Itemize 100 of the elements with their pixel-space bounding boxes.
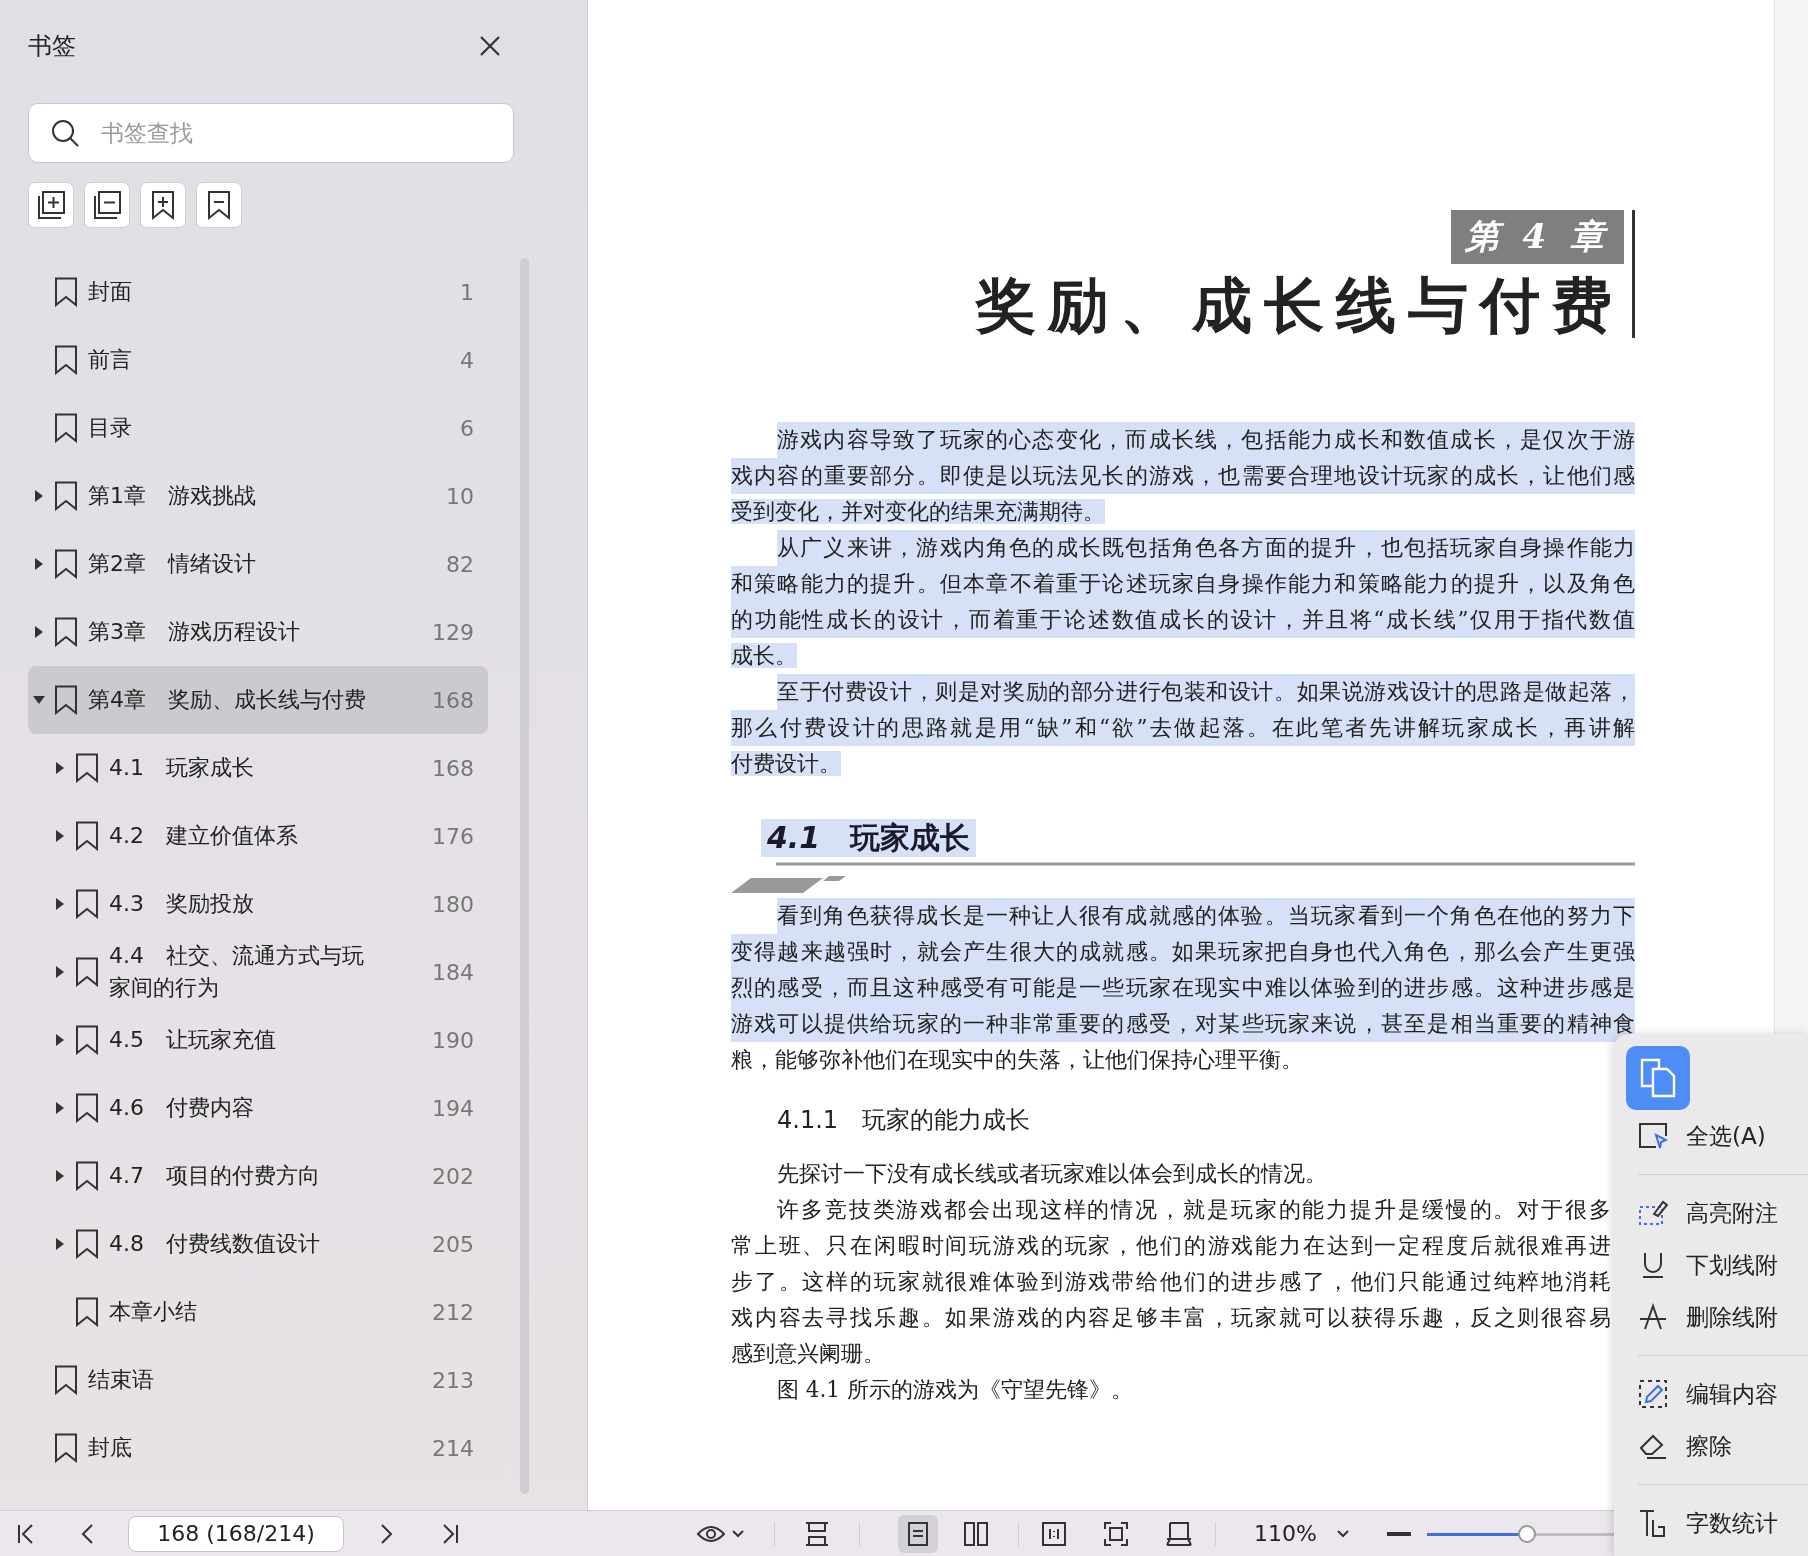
bookmark-item[interactable]: 第3章 游戏历程设计 129 <box>28 598 488 666</box>
caret-right-icon[interactable] <box>55 1102 65 1114</box>
bookmark-label: 封面 <box>88 278 132 306</box>
copy-button[interactable] <box>1626 1046 1690 1110</box>
page-number: 202 <box>432 1163 475 1189</box>
search-icon <box>50 118 80 148</box>
bookmark-icon <box>75 1025 99 1055</box>
last-page-icon[interactable] <box>440 1522 460 1545</box>
body-paragraph: 从广义来讲，游戏内角色的成长既包括角色各方面的提升，也包括玩家自身操作能力 和策略能力的提升。但本章不着重于论述玩家自身操作能力和策略能力的提升，以及角色 的功能性成长的设计，而着重于论述数值成长的设计，并且将“成长线”仅用于指代数值 成长。 <box>731 530 1635 674</box>
next-page-icon[interactable] <box>380 1522 394 1545</box>
menu-item[interactable]: 擦除 <box>1626 1420 1808 1472</box>
menu-item[interactable]: 下划线附 <box>1626 1239 1808 1291</box>
edit-pencil-icon <box>1638 1379 1668 1409</box>
bookmark-item[interactable]: 4.8 付费线数值设计 205 <box>28 1210 488 1278</box>
menu-item[interactable]: 全选(A) <box>1626 1110 1808 1162</box>
body-paragraph: 至于付费设计，则是对奖励的部分进行包装和设计。如果说游戏设计的思路是做起落， 那么付费设计的思路就是用“缺”和“欲”去做起落。在此笔者先讲解玩家成长，再讲解 付费设计。 <box>731 674 1635 782</box>
remove-bookmark-button[interactable] <box>196 182 242 228</box>
bookmark-label: 前言 <box>88 346 132 374</box>
add-bookmark-button[interactable] <box>140 182 186 228</box>
body-paragraph: 图 4.1 所示的游戏为《守望先锋》。 <box>776 1376 1134 1404</box>
bookmark-icon <box>54 1365 78 1395</box>
page-rotate-icon[interactable] <box>1165 1520 1193 1547</box>
caret-right-icon[interactable] <box>55 762 65 774</box>
eye-icon[interactable] <box>696 1523 726 1544</box>
bookmark-label: 4.8 付费线数值设计 <box>109 1230 320 1258</box>
bookmark-item[interactable]: 4.2 建立价值体系 176 <box>28 802 488 870</box>
search-field[interactable]: 书签查找 <box>28 103 514 163</box>
caret-right-icon[interactable] <box>55 1034 65 1046</box>
bookmark-label: 4.4 社交、流通方式与玩家间的行为 <box>109 942 365 1002</box>
menu-item[interactable]: 编辑内容 <box>1626 1368 1808 1420</box>
bookmark-item[interactable]: 4.1 玩家成长 168 <box>28 734 488 802</box>
bookmark-item[interactable]: 4.3 奖励投放 180 <box>28 870 488 938</box>
stack-plus-icon <box>35 189 67 221</box>
actual-size-icon[interactable] <box>1041 1520 1067 1547</box>
scrollbar[interactable] <box>520 258 529 1494</box>
bookmark-label: 4.7 项目的付费方向 <box>109 1162 320 1190</box>
page-number: 10 <box>446 483 475 509</box>
bookmark-item[interactable]: 前言 4 <box>28 326 488 394</box>
page-number: 190 <box>432 1027 475 1053</box>
bookmark-item[interactable]: 4.7 项目的付费方向 202 <box>28 1142 488 1210</box>
slider-thumb[interactable] <box>1517 1524 1536 1543</box>
caret-right-icon[interactable] <box>55 898 65 910</box>
bookmark-item[interactable]: 第4章 奖励、成长线与付费 168 <box>28 666 488 734</box>
chapter-title: 奖励、成长线与付费 <box>976 270 1624 340</box>
text-count-icon <box>1638 1508 1668 1538</box>
selection-cursor-icon <box>1638 1122 1668 1150</box>
bookmark-icon <box>75 1229 99 1259</box>
bookmark-icon <box>75 1093 99 1123</box>
bookmark-label: 第1章 游戏挑战 <box>88 482 256 510</box>
caret-right-icon[interactable] <box>55 830 65 842</box>
collapse-all-button[interactable] <box>84 182 130 228</box>
bookmark-item[interactable]: 4.4 社交、流通方式与玩家间的行为 184 <box>28 938 488 1006</box>
bookmark-icon <box>54 685 78 715</box>
bookmark-item[interactable]: 4.5 让玩家充值 190 <box>28 1006 488 1074</box>
previous-page-icon[interactable] <box>80 1522 94 1545</box>
bookmark-item[interactable]: 第2章 情绪设计 82 <box>28 530 488 598</box>
single-page-button[interactable] <box>898 1514 938 1553</box>
bookmark-label: 4.6 付费内容 <box>109 1094 254 1122</box>
bookmark-icon <box>75 1161 99 1191</box>
menu-item[interactable]: 高亮附注 <box>1626 1187 1808 1239</box>
caret-right-icon[interactable] <box>34 490 44 502</box>
caret-right-icon[interactable] <box>55 966 65 978</box>
two-page-icon <box>963 1520 989 1547</box>
bookmark-label: 第4章 奖励、成长线与付费 <box>88 686 366 714</box>
first-page-icon[interactable] <box>16 1522 36 1545</box>
bookmark-label: 4.5 让玩家充值 <box>109 1026 276 1054</box>
bookmark-label: 目录 <box>88 414 132 442</box>
body-paragraph: 看到角色获得成长是一种让人很有成就感的体验。当玩家看到一个角色在他的努力下 变得越来越强时，就会产生很大的成就感。如果玩家把自身也代入角色，那么会产生更强 烈的感受，而且这种感受有可能是一些玩家在现实中难以体验到的进步感。这种进步感是 游戏可以提供给玩家的一种非常重要的感受，对某些玩家来说，甚至是相当重要的精神食 粮，能够弥补他们在现实中的失落，让他们保持心理平衡。 <box>731 898 1635 1078</box>
page-number: 184 <box>432 959 475 985</box>
zoom-out-icon[interactable] <box>1386 1530 1411 1537</box>
menu-item[interactable]: 字数统计 <box>1626 1497 1808 1549</box>
caret-right-icon[interactable] <box>34 558 44 570</box>
page-number: 129 <box>432 619 475 645</box>
page-number-field[interactable]: 168 (168/214) <box>128 1515 344 1552</box>
bookmark-item[interactable]: 本章小结 212 <box>28 1278 488 1346</box>
section-heading: 4.1 玩家成长 <box>761 819 977 857</box>
caret-down-icon[interactable] <box>732 1529 744 1538</box>
bookmark-item[interactable]: 第1章 游戏挑战 10 <box>28 462 488 530</box>
bookmark-label: 第3章 游戏历程设计 <box>88 618 300 646</box>
caret-down-icon[interactable] <box>1336 1529 1349 1538</box>
bookmark-item[interactable]: 封底 214 <box>28 1414 488 1482</box>
page-number: 194 <box>432 1095 475 1121</box>
menu-item[interactable]: 删除线附 <box>1626 1291 1808 1343</box>
caret-right-icon[interactable] <box>55 1238 65 1250</box>
page-number: 1 <box>460 279 475 305</box>
bookmark-item[interactable]: 封面 1 <box>28 258 488 326</box>
subsection-heading: 4.1.1 玩家的能力成长 <box>776 1105 1031 1136</box>
caret-down-icon[interactable] <box>33 695 45 705</box>
bookmark-icon <box>75 957 99 987</box>
bookmark-item[interactable]: 4.6 付费内容 194 <box>28 1074 488 1142</box>
strikethrough-icon <box>1638 1303 1668 1331</box>
close-icon[interactable] <box>479 35 501 57</box>
caret-right-icon[interactable] <box>55 1170 65 1182</box>
bookmark-item[interactable]: 结束语 213 <box>28 1346 488 1414</box>
fit-page-icon[interactable] <box>1103 1520 1129 1547</box>
bookmark-item[interactable]: 目录 6 <box>28 394 488 462</box>
fit-width-icon <box>804 1520 830 1547</box>
zoom-level[interactable]: 110% <box>1254 1521 1317 1546</box>
expand-all-button[interactable] <box>28 182 74 228</box>
caret-right-icon[interactable] <box>34 626 44 638</box>
